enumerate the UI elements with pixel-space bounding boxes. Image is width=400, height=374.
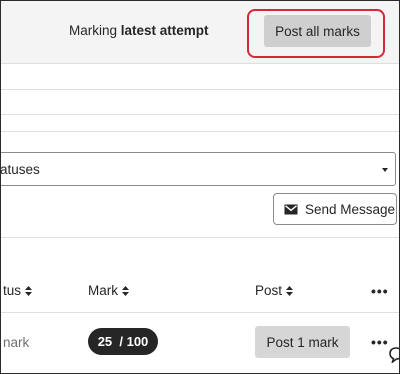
column-header-status[interactable]: tus bbox=[3, 283, 33, 298]
column-post-label: Post bbox=[255, 283, 283, 298]
divider bbox=[1, 131, 399, 132]
sort-icon bbox=[122, 285, 129, 296]
send-message-button[interactable]: Send Message bbox=[273, 193, 397, 225]
column-header-post[interactable]: Post bbox=[255, 283, 294, 298]
row-more-options-icon[interactable]: ••• bbox=[371, 334, 389, 350]
post-1-mark-button[interactable]: Post 1 mark bbox=[255, 326, 350, 358]
column-header-mark[interactable]: Mark bbox=[88, 283, 129, 298]
chat-bubble-icon[interactable] bbox=[389, 347, 400, 363]
grading-panel: Marking latest attempt Post all marks at… bbox=[0, 0, 400, 374]
marking-header: Marking latest attempt Post all marks bbox=[1, 1, 399, 64]
divider bbox=[1, 237, 399, 238]
envelope-icon bbox=[284, 204, 298, 214]
divider bbox=[1, 114, 399, 115]
column-status-label: tus bbox=[3, 283, 22, 298]
row-status-text: nark bbox=[3, 335, 30, 350]
chevron-down-icon bbox=[382, 168, 388, 172]
status-filter-value: atuses bbox=[0, 162, 40, 177]
mark-score-badge[interactable]: 25 / 100 bbox=[88, 328, 158, 355]
divider bbox=[1, 312, 399, 313]
status-filter-select[interactable]: atuses bbox=[0, 152, 396, 186]
sort-icon bbox=[286, 285, 294, 296]
column-mark-label: Mark bbox=[88, 283, 118, 298]
send-message-label: Send Message bbox=[305, 201, 396, 217]
marking-attempt-label: latest attempt bbox=[120, 23, 209, 38]
post-all-marks-button[interactable]: Post all marks bbox=[264, 15, 371, 47]
marking-status-text: Marking latest attempt bbox=[69, 23, 209, 38]
divider bbox=[1, 89, 399, 90]
marking-prefix: Marking bbox=[69, 23, 118, 38]
column-more-options-icon[interactable]: ••• bbox=[371, 283, 389, 299]
sort-icon bbox=[25, 285, 33, 296]
